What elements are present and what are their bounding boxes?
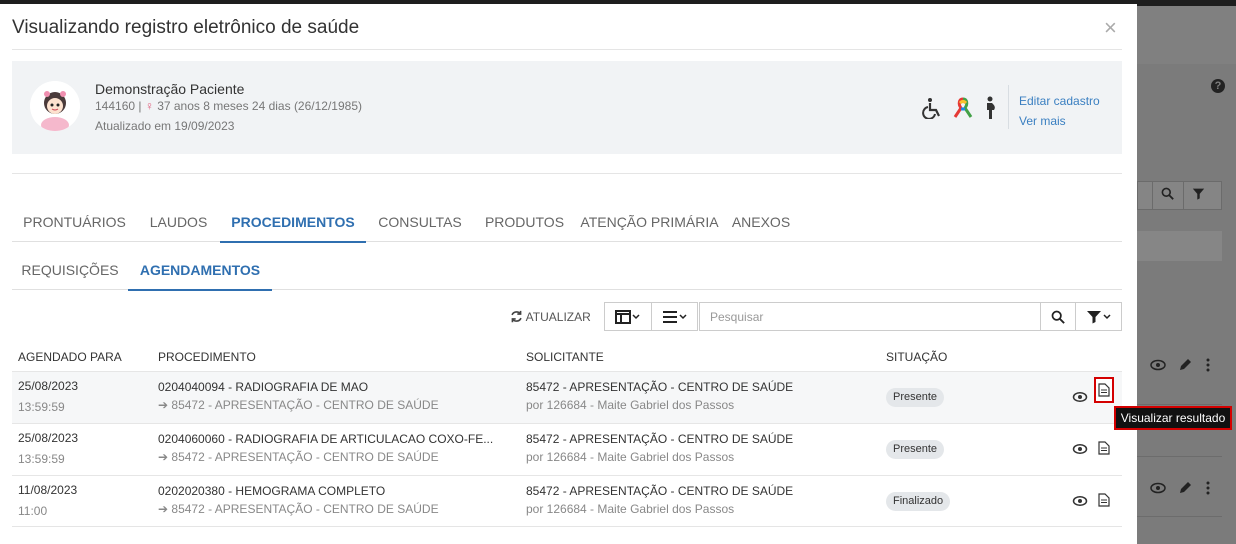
close-icon[interactable]: × [1104,17,1117,39]
table-row[interactable]: 11/08/2023 11:00 0202020380 - HEMOGRAMA CO… [12,475,1122,527]
table-row[interactable]: 25/08/2023 13:59:59 0204040094 - RADIOGRAF… [12,371,1122,423]
tab-produtos[interactable]: PRODUTOS [474,214,575,230]
arrow-right-icon: ➔ [158,450,172,464]
divider [1008,85,1009,129]
tab-anexos[interactable]: ANEXOS [724,214,798,230]
status-badge: Presente [886,388,945,407]
subtab-agendamentos[interactable]: AGENDAMENTOS [128,262,272,278]
column-header-procedure[interactable]: PROCEDIMENTO [158,350,256,364]
patient-name: Demonstração Paciente [95,81,245,97]
procedure-unit-text: 85472 - APRESENTAÇÃO - CENTRO DE SAÚDE [171,450,439,464]
divider [12,173,1122,174]
background-divider [1137,456,1222,457]
scheduled-time: 13:59:59 [18,400,65,414]
refresh-label: ATUALIZAR [525,310,591,324]
modal-title: Visualizando registro eletrônico de saúd… [12,17,360,38]
search-icon [1152,182,1182,209]
patient-avatar [30,81,80,131]
patient-meta: 144160 | ♀ 37 anos 8 meses 24 dias (26/1… [95,99,362,113]
list-icon [662,310,687,323]
health-record-modal: Visualizando registro eletrônico de saúd… [0,4,1137,544]
view-icon[interactable] [1072,390,1088,404]
active-tab-indicator [220,241,366,243]
procedure-name: 0202020380 - HEMOGRAMA COMPLETO [158,484,386,498]
scheduled-date: 25/08/2023 [18,379,79,393]
wheelchair-icon [922,98,940,119]
background-band [1137,64,1236,544]
procedure-unit-text: 85472 - APRESENTAÇÃO - CENTRO DE SAÚDE [171,398,439,412]
procedure-name: 0204040094 - RADIOGRAFIA DE MAO [158,380,369,394]
column-header-status[interactable]: SITUAÇÃO [886,350,947,364]
requester-by: por 126684 - Maite Gabriel dos Passos [526,398,735,412]
requester-name: 85472 - APRESENTAÇÃO - CENTRO DE SAÚDE [526,484,794,498]
view-result-tooltip: Visualizar resultado [1114,406,1232,430]
search-icon [1051,310,1065,324]
awareness-ribbon-icon [953,97,973,118]
background-row-actions [1150,481,1214,498]
tab-atencao-primaria[interactable]: ATENÇÃO PRIMÁRIA [575,214,724,230]
column-header-scheduled[interactable]: AGENDADO PARA [18,350,122,364]
divider [12,526,1122,527]
view-result-icon[interactable] [1097,492,1111,508]
help-icon[interactable]: ? [1211,79,1225,93]
columns-button[interactable] [605,303,651,330]
requester-by: por 126684 - Maite Gabriel dos Passos [526,450,735,464]
divider [12,49,1122,50]
background-row [1137,231,1222,261]
subtab-requisicoes[interactable]: REQUISIÇÕES [12,262,128,278]
requester-name: 85472 - APRESENTAÇÃO - CENTRO DE SAÚDE [526,432,794,446]
view-result-icon[interactable] [1097,440,1111,456]
refresh-icon [511,310,522,323]
scheduled-time: 11:00 [18,504,48,518]
scheduled-time: 13:59:59 [18,452,65,466]
search-input[interactable] [699,302,1041,331]
refresh-button[interactable]: ATUALIZAR [510,310,591,324]
status-badge: Presente [886,440,945,459]
arrow-right-icon: ➔ [158,398,172,412]
column-header-requester[interactable]: SOLICITANTE [526,350,604,364]
status-badge: Finalizado [886,492,951,511]
list-options-button[interactable] [651,303,697,330]
background-divider [1137,404,1222,405]
background-divider [1137,516,1222,517]
procedure-unit: ➔ 85472 - APRESENTAÇÃO - CENTRO DE SAÚDE [158,502,439,516]
procedure-name: 0204060060 - RADIOGRAFIA DE ARTICULACAO … [158,432,494,446]
tab-procedimentos[interactable]: PROCEDIMENTOS [220,214,366,230]
see-more-link[interactable]: Ver mais [1019,114,1066,128]
scheduled-date: 11/08/2023 [18,483,78,497]
filter-button[interactable] [1075,302,1122,331]
sub-tabs: REQUISIÇÕES AGENDAMENTOS [12,262,1122,291]
edit-registration-link[interactable]: Editar cadastro [1019,94,1100,108]
tab-consultas[interactable]: CONSULTAS [366,214,474,230]
background-search [1137,181,1222,210]
arrow-right-icon: ➔ [158,502,172,516]
patient-age: 37 anos 8 meses 24 dias (26/12/1985) [157,99,362,113]
search-button[interactable] [1040,302,1076,331]
pregnant-person-icon [987,96,995,119]
active-subtab-indicator [128,289,272,291]
patient-card: Demonstração Paciente 144160 | ♀ 37 anos… [12,61,1122,154]
tab-prontuarios[interactable]: PRONTUÁRIOS [12,214,137,230]
filter-icon [1086,310,1111,323]
main-tabs: PRONTUÁRIOS LAUDOS PROCEDIMENTOS CONSULTAS P… [12,214,1122,243]
view-result-icon[interactable] [1094,377,1114,403]
procedure-unit: ➔ 85472 - APRESENTAÇÃO - CENTRO DE SAÚDE [158,450,439,464]
patient-condition-icons [922,95,1002,121]
procedure-unit-text: 85472 - APRESENTAÇÃO - CENTRO DE SAÚDE [171,502,439,516]
view-icon[interactable] [1072,494,1088,508]
columns-icon [615,309,640,324]
view-icon[interactable] [1072,442,1088,456]
filter-icon [1183,182,1213,209]
background-row-actions [1150,358,1214,375]
procedure-unit: ➔ 85472 - APRESENTAÇÃO - CENTRO DE SAÚDE [158,398,439,412]
scheduled-date: 25/08/2023 [18,431,79,445]
tab-laudos[interactable]: LAUDOS [137,214,220,230]
female-icon: ♀ [144,99,154,113]
patient-updated: Atualizado em 19/09/2023 [95,119,235,133]
requester-by: por 126684 - Maite Gabriel dos Passos [526,502,735,516]
view-toggle-group [604,302,698,331]
table-row[interactable]: 25/08/2023 13:59:59 0204060060 - RADIOGRAF… [12,423,1122,475]
requester-name: 85472 - APRESENTAÇÃO - CENTRO DE SAÚDE [526,380,794,394]
patient-id: 144160 [95,99,136,113]
